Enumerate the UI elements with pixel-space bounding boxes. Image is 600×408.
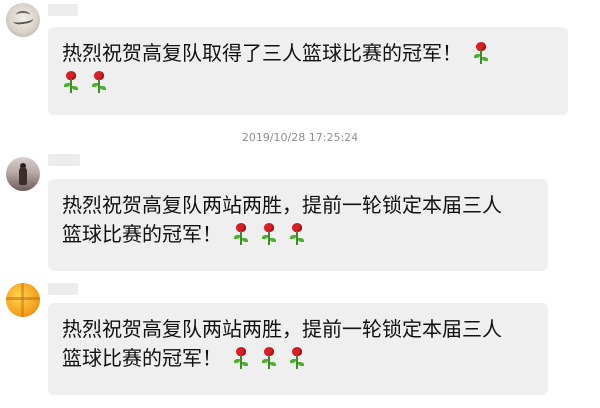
message-line: 热烈祝贺高复队两站两胜，提前一轮锁定本届三人: [62, 191, 528, 220]
message-line: 篮球比赛的冠军！: [62, 220, 528, 249]
message-bubble[interactable]: 热烈祝贺高复队两站两胜，提前一轮锁定本届三人 篮球比赛的冠军！: [48, 303, 548, 395]
avatar[interactable]: [6, 157, 40, 191]
message-bubble[interactable]: 热烈祝贺高复队取得了三人篮球比赛的冠军！: [48, 27, 568, 115]
message-timestamp: 2019/10/28 17:25:24: [241, 131, 359, 144]
chat-window: 热烈祝贺高复队取得了三人篮球比赛的冠军！ 2019/10/28 17:25:24…: [0, 0, 600, 408]
message-text: 热烈祝贺高复队两站两胜，提前一轮锁定本届三人: [62, 193, 502, 217]
message-text: 篮球比赛的冠军！: [62, 346, 222, 370]
message-bubble[interactable]: 热烈祝贺高复队两站两胜，提前一轮锁定本届三人 篮球比赛的冠军！: [48, 179, 548, 271]
sender-name-blurred: [48, 4, 78, 16]
rose-icon: [232, 222, 250, 246]
avatar-figure: [19, 167, 27, 185]
sender-name-blurred: [48, 283, 78, 295]
rose-icon: [288, 346, 306, 370]
rose-icon: [232, 346, 250, 370]
avatar[interactable]: [6, 283, 40, 317]
message-line: 热烈祝贺高复队取得了三人篮球比赛的冠军！: [62, 39, 548, 68]
message-line: [52, 68, 548, 97]
rose-icon: [288, 222, 306, 246]
message-line: 篮球比赛的冠军！: [62, 344, 528, 373]
message-text: 热烈祝贺高复队取得了三人篮球比赛的冠军！: [62, 41, 462, 65]
message-text: 热烈祝贺高复队两站两胜，提前一轮锁定本届三人: [62, 317, 502, 341]
avatar[interactable]: [6, 3, 40, 37]
rose-icon: [90, 70, 108, 94]
message-line: 热烈祝贺高复队两站两胜，提前一轮锁定本届三人: [62, 315, 528, 344]
rose-icon: [260, 222, 278, 246]
rose-icon: [472, 41, 490, 65]
rose-icon: [62, 70, 80, 94]
avatar-ball-seam: [21, 283, 24, 317]
rose-icon: [260, 346, 278, 370]
sender-name-blurred: [48, 154, 80, 166]
avatar-signature-mark: [12, 12, 34, 26]
message-text: 篮球比赛的冠军！: [62, 222, 222, 246]
